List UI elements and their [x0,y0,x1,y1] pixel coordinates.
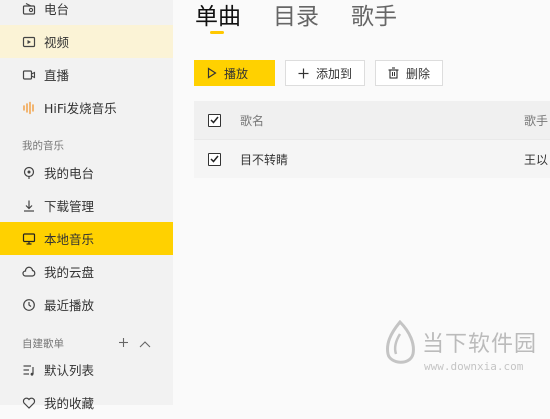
play-icon [207,67,217,79]
watermark: 当下软件园 www.downxia.com [380,316,545,392]
sidebar-item-label: 我的电台 [44,166,95,181]
video-icon [22,35,36,49]
table-header-row: 歌名 歌手 [194,101,550,139]
live-icon [22,68,36,82]
play-button[interactable]: 播放 [194,60,275,86]
sidebar-item-live[interactable]: 直播 [0,58,173,91]
sidebar-item-downloads[interactable]: 下载管理 [0,189,173,222]
plus-icon [298,68,309,79]
list-icon [22,363,36,377]
watermark-url: www.downxia.com [424,360,524,373]
table-row[interactable]: 目不转睛 王以 [194,139,550,178]
playlist-controls [118,333,151,352]
monitor-icon [22,232,36,246]
sidebar-item-recent[interactable]: 最近播放 [0,288,173,321]
chevron-up-icon[interactable] [139,333,151,352]
sidebar-item-radio[interactable]: 电台 [0,0,173,25]
song-singer: 王以 [524,152,549,167]
sidebar: 电台 视频 直播 HiFi发烧音乐 我的音乐 我的电台 下载管理 本地音乐 我的… [0,0,173,411]
sidebar-item-cloud[interactable]: 我的云盘 [0,255,173,288]
add-playlist-icon[interactable] [118,333,129,352]
sidebar-item-label: 视频 [44,35,70,50]
header-singer[interactable]: 歌手 [524,112,548,129]
hifi-wave-icon [22,101,36,115]
play-button-label: 播放 [224,66,249,81]
song-table: 歌名 歌手 目不转睛 王以 [194,101,550,178]
download-icon [22,199,36,213]
delete-button[interactable]: 删除 [375,60,444,86]
sidebar-item-label: 直播 [44,68,70,83]
sidebar-item-default-list[interactable]: 默认列表 [0,353,173,386]
heart-icon [22,396,36,410]
row-checkbox[interactable] [208,152,221,166]
sidebar-item-video[interactable]: 视频 [0,25,173,58]
sidebar-item-my-radio[interactable]: 我的电台 [0,156,173,189]
tab-catalog[interactable]: 目录 [273,0,319,34]
header-song-name[interactable]: 歌名 [240,112,264,129]
sidebar-item-label: 本地音乐 [44,232,95,247]
clock-icon [22,298,36,312]
cloud-icon [22,265,36,279]
toolbar: 播放 添加到 删除 [194,60,444,86]
section-title-playlists: 自建歌单 [22,338,64,350]
tab-songs[interactable]: 单曲 [195,0,241,34]
sidebar-item-local-music[interactable]: 本地音乐 [0,222,173,255]
watermark-logo-icon [382,319,418,374]
my-radio-icon [22,166,36,180]
add-to-button-label: 添加到 [316,66,353,81]
active-tab-indicator [210,31,224,34]
select-all-checkbox[interactable] [208,113,221,127]
delete-button-label: 删除 [406,66,431,81]
tab-singers[interactable]: 歌手 [351,0,397,34]
sidebar-item-label: 我的收藏 [44,396,95,411]
add-to-button[interactable]: 添加到 [285,60,366,86]
sidebar-item-label: 我的云盘 [44,265,95,280]
watermark-text: 当下软件园 [422,332,538,357]
section-title-my-music: 我的音乐 [22,140,64,152]
sidebar-item-label: 下载管理 [44,199,95,214]
sidebar-item-label: HiFi发烧音乐 [44,101,117,116]
sidebar-item-label: 最近播放 [44,298,95,313]
trash-icon [388,67,399,79]
song-name: 目不转睛 [240,152,289,167]
sidebar-item-hifi[interactable]: HiFi发烧音乐 [0,91,173,124]
tab-bar: 单曲 目录 歌手 [195,0,397,34]
sidebar-item-label: 电台 [44,2,70,17]
radio-icon [22,2,36,16]
sidebar-item-label: 默认列表 [44,363,95,378]
sidebar-item-favorites[interactable]: 我的收藏 [0,386,173,419]
